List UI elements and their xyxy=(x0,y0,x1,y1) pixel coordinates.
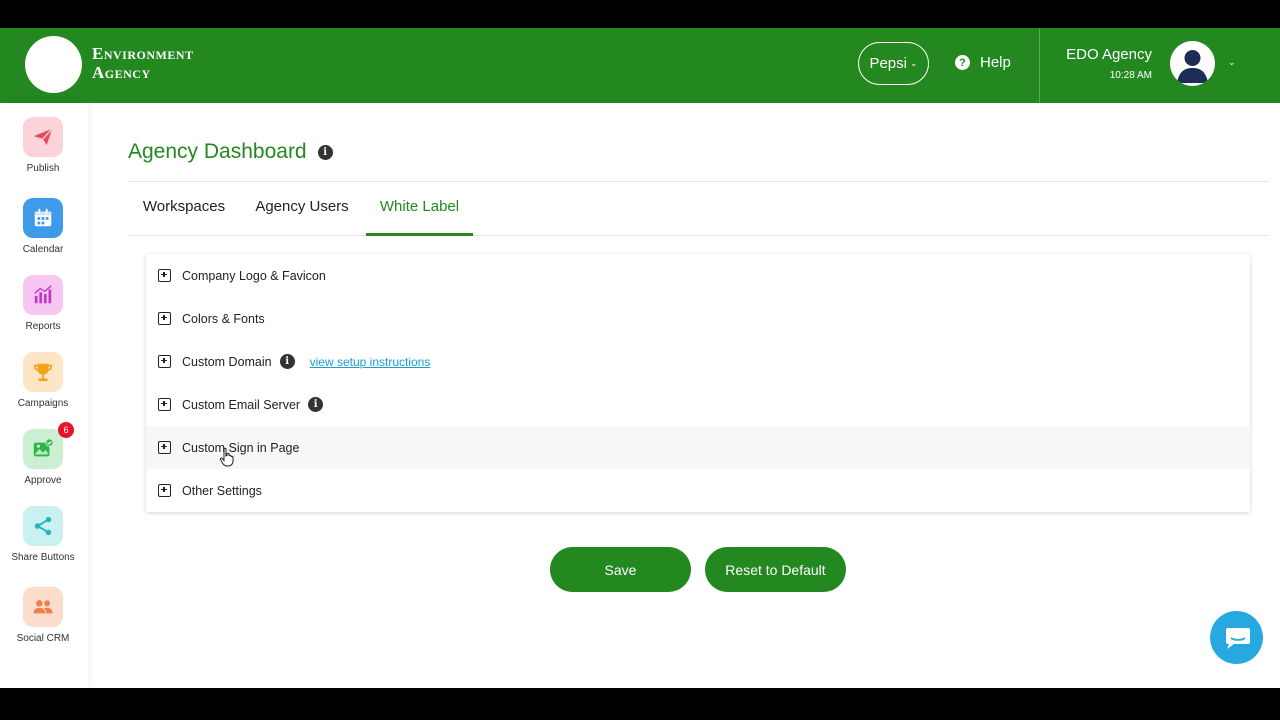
paper-plane-icon xyxy=(23,117,63,157)
sidebar-item-calendar[interactable]: Calendar xyxy=(0,198,86,255)
sidebar-item-label: Calendar xyxy=(22,244,64,255)
section-custom-email-server[interactable]: Custom Email Server i xyxy=(146,383,1250,426)
chevron-down-icon: ⌄ xyxy=(909,58,918,68)
section-label: Company Logo & Favicon xyxy=(182,269,326,283)
expand-plus-icon[interactable] xyxy=(158,398,171,411)
tab-bar: Workspaces Agency Users White Label xyxy=(128,192,1268,236)
workspace-selector-button[interactable]: Pepsi ⌄ xyxy=(858,42,929,85)
trophy-icon xyxy=(23,352,63,392)
tab-agency-users[interactable]: Agency Users xyxy=(246,192,358,236)
avatar[interactable] xyxy=(1170,41,1215,86)
section-custom-domain[interactable]: Custom Domain i view setup instructions xyxy=(146,340,1250,383)
sidebar-item-campaigns[interactable]: Campaigns xyxy=(0,352,86,409)
section-title: Custom Email Server xyxy=(182,397,301,412)
sidebar-item-approve[interactable]: 6 Approve xyxy=(0,422,86,486)
user-silhouette-icon xyxy=(1177,50,1208,83)
info-icon[interactable]: i xyxy=(308,397,324,412)
info-icon[interactable]: i xyxy=(317,144,333,160)
workspace-selector-label: Pepsi xyxy=(869,55,907,72)
section-title: Colors & Fonts xyxy=(182,311,265,326)
info-icon[interactable]: i xyxy=(279,354,295,369)
tab-white-label[interactable]: White Label xyxy=(366,192,473,236)
chat-support-button[interactable] xyxy=(1210,611,1263,664)
sidebar-item-label: Campaigns xyxy=(17,398,69,409)
section-label: Other Settings xyxy=(182,484,262,498)
section-title: Custom Sign in Page xyxy=(182,440,300,455)
reset-to-default-button[interactable]: Reset to Default xyxy=(705,547,846,592)
page-title-text: Agency Dashboard xyxy=(128,140,307,163)
expand-plus-icon[interactable] xyxy=(158,484,171,497)
page-title: Agency Dashboard i xyxy=(128,140,333,164)
sidebar-item-label: Share Buttons xyxy=(11,552,75,563)
sidebar: Publish Calendar Reports Campaigns 6 App… xyxy=(0,103,88,688)
sidebar-item-label: Social CRM xyxy=(16,633,70,644)
section-company-logo-favicon[interactable]: Company Logo & Favicon xyxy=(146,254,1250,297)
app-window: Environment Agency Pepsi ⌄ ? Help EDO Ag… xyxy=(0,28,1280,688)
share-icon xyxy=(23,506,63,546)
chat-icon xyxy=(1225,627,1250,649)
bar-chart-icon xyxy=(23,275,63,315)
header-divider xyxy=(1039,28,1040,103)
expand-plus-icon[interactable] xyxy=(158,269,171,282)
brand-name: Environment Agency xyxy=(92,44,194,82)
white-label-settings-panel: Company Logo & Favicon Colors & Fonts Cu… xyxy=(146,254,1250,512)
tab-workspaces[interactable]: Workspaces xyxy=(128,192,240,236)
view-setup-instructions-link[interactable]: view setup instructions xyxy=(310,355,431,369)
sidebar-item-social-crm[interactable]: Social CRM xyxy=(0,587,86,644)
section-title: Other Settings xyxy=(182,483,262,498)
top-header: Environment Agency Pepsi ⌄ ? Help EDO Ag… xyxy=(0,28,1280,103)
expand-plus-icon[interactable] xyxy=(158,312,171,325)
brand-name-line-2: Agency xyxy=(92,63,151,82)
image-check-icon: 6 xyxy=(23,422,74,469)
section-custom-sign-in-page[interactable]: Custom Sign in Page xyxy=(146,426,1250,469)
brand-logo[interactable] xyxy=(25,36,82,93)
mouse-cursor-hand-icon xyxy=(219,447,234,467)
current-time: 10:28 AM xyxy=(1109,70,1152,81)
save-button[interactable]: Save xyxy=(550,547,691,592)
sidebar-item-publish[interactable]: Publish xyxy=(0,117,86,174)
sidebar-item-label: Reports xyxy=(25,321,61,332)
sidebar-item-reports[interactable]: Reports xyxy=(0,275,86,332)
section-label: Colors & Fonts xyxy=(182,312,265,326)
sidebar-item-label: Publish xyxy=(26,163,60,174)
help-link[interactable]: ? Help xyxy=(955,54,1011,71)
notification-badge: 6 xyxy=(58,422,74,438)
brand-name-line-1: Environment xyxy=(92,44,194,63)
expand-plus-icon[interactable] xyxy=(158,355,171,368)
help-label: Help xyxy=(980,54,1011,71)
section-label: Custom Email Server i xyxy=(182,397,324,412)
sidebar-item-share-buttons[interactable]: Share Buttons xyxy=(0,506,86,563)
sidebar-item-label: Approve xyxy=(24,475,62,486)
title-divider xyxy=(128,181,1268,182)
section-other-settings[interactable]: Other Settings xyxy=(146,469,1250,512)
account-name[interactable]: EDO Agency xyxy=(1040,46,1152,63)
section-title: Custom Domain xyxy=(182,354,272,369)
users-icon xyxy=(23,587,63,627)
question-icon: ? xyxy=(955,55,970,70)
section-label: Custom Sign in Page xyxy=(182,441,299,455)
calendar-icon xyxy=(23,198,63,238)
expand-plus-icon[interactable] xyxy=(158,441,171,454)
account-menu-chevron-icon[interactable]: ⌄ xyxy=(1228,57,1236,68)
section-colors-fonts[interactable]: Colors & Fonts xyxy=(146,297,1250,340)
section-label: Custom Domain i view setup instructions xyxy=(182,354,430,369)
section-title: Company Logo & Favicon xyxy=(182,268,326,283)
